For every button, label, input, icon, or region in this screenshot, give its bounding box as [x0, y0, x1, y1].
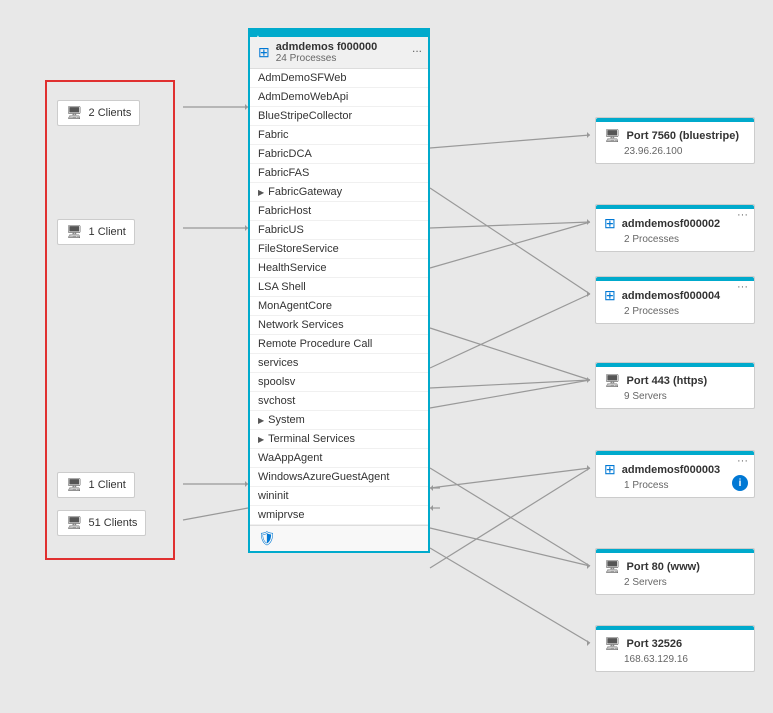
box-port443-title: Port 443 (https) [627, 375, 708, 387]
process-item-7[interactable]: FabricHost [250, 202, 428, 221]
client-node-4[interactable]: 🖥 51 Clients [57, 510, 146, 536]
box-port80[interactable]: 🖥 Port 80 (www) 2 Servers [595, 548, 755, 595]
windows-icon-adm3: ⊞ [604, 461, 616, 478]
box-port7560-header: 🖥 Port 7560 (bluestripe) [604, 128, 746, 144]
process-panel-footer: 🛡 [250, 525, 428, 551]
process-item-12[interactable]: MonAgentCore [250, 297, 428, 316]
process-item-5[interactable]: FabricFAS [250, 164, 428, 183]
box-adm4-subtitle: 2 Processes [604, 306, 746, 317]
process-item-3[interactable]: Fabric [250, 126, 428, 145]
box-adm4-more[interactable]: ··· [737, 281, 748, 293]
process-item-15[interactable]: services [250, 354, 428, 373]
box-adm3-header: ⊞ admdemosf000003 [604, 461, 746, 478]
client-label-4: 51 Clients [89, 517, 138, 529]
process-item-22[interactable]: wininit [250, 487, 428, 506]
process-item-17[interactable]: svchost [250, 392, 428, 411]
process-item-0[interactable]: AdmDemoSFWeb [250, 69, 428, 88]
box-port443-header: 🖥 Port 443 (https) [604, 373, 746, 389]
process-item-23[interactable]: wmiprvse [250, 506, 428, 525]
clients-panel: 🖥 2 Clients 🖥 1 Client 🖥 1 Client 🖥 51 C… [45, 80, 175, 560]
box-adm2-header: ⊞ admdemosf000002 [604, 215, 746, 232]
box-adm3-title: admdemosf000003 [622, 464, 720, 476]
client-label-1: 2 Clients [89, 107, 132, 119]
monitor-icon-1: 🖥 [66, 105, 83, 121]
process-item-16[interactable]: spoolsv [250, 373, 428, 392]
box-adm2-title: admdemosf000002 [622, 218, 720, 230]
box-port80-title: Port 80 (www) [627, 561, 700, 573]
process-panel-more[interactable]: ... [412, 41, 422, 55]
monitor-icon-port80: 🖥 [604, 559, 621, 575]
process-panel: ▲ ⊞ admdemos f000000 24 Processes ... Ad… [248, 28, 430, 553]
client-label-3: 1 Client [89, 479, 126, 491]
shield-icon: 🛡 [258, 530, 276, 546]
client-node-2[interactable]: 🖥 1 Client [57, 219, 135, 245]
box-port32526-subtitle: 168.63.129.16 [604, 654, 746, 665]
box-port32526-title: Port 32526 [627, 638, 683, 650]
box-adm4[interactable]: ··· ⊞ admdemosf000004 2 Processes [595, 276, 755, 324]
box-adm2-subtitle: 2 Processes [604, 234, 746, 245]
process-item-14[interactable]: Remote Procedure Call [250, 335, 428, 354]
process-item-4[interactable]: FabricDCA [250, 145, 428, 164]
process-item-19[interactable]: Terminal Services [250, 430, 428, 449]
process-list: AdmDemoSFWeb AdmDemoWebApi BlueStripeCol… [250, 69, 428, 525]
client-node-3[interactable]: 🖥 1 Client [57, 472, 135, 498]
process-item-20[interactable]: WaAppAgent [250, 449, 428, 468]
client-label-2: 1 Client [89, 226, 126, 238]
box-port7560-subtitle: 23.96.26.100 [604, 146, 746, 157]
box-adm4-title: admdemosf000004 [622, 290, 720, 302]
process-item-2[interactable]: BlueStripeCollector [250, 107, 428, 126]
box-port7560-title: Port 7560 (bluestripe) [627, 130, 739, 142]
windows-icon-adm2: ⊞ [604, 215, 616, 232]
box-adm3[interactable]: ··· ⊞ admdemosf000003 1 Process i [595, 450, 755, 498]
process-item-21[interactable]: WindowsAzureGuestAgent [250, 468, 428, 487]
process-panel-header: ⊞ admdemos f000000 24 Processes ... [250, 37, 428, 69]
process-item-10[interactable]: HealthService [250, 259, 428, 278]
box-adm3-subtitle: 1 Process [604, 480, 746, 491]
box-adm4-header: ⊞ admdemosf000004 [604, 287, 746, 304]
box-port80-header: 🖥 Port 80 (www) [604, 559, 746, 575]
process-item-11[interactable]: LSA Shell [250, 278, 428, 297]
monitor-icon-port32526: 🖥 [604, 636, 621, 652]
diagram-container: 🖥 2 Clients 🖥 1 Client 🖥 1 Client 🖥 51 C… [0, 0, 773, 713]
process-item-6[interactable]: FabricGateway [250, 183, 428, 202]
box-port80-subtitle: 2 Servers [604, 577, 746, 588]
box-port7560[interactable]: 🖥 Port 7560 (bluestripe) 23.96.26.100 [595, 117, 755, 164]
box-adm2[interactable]: ··· ⊞ admdemosf000002 2 Processes [595, 204, 755, 252]
box-adm2-more[interactable]: ··· [737, 209, 748, 221]
box-port32526-header: 🖥 Port 32526 [604, 636, 746, 652]
process-panel-title: admdemos f000000 [276, 41, 378, 53]
process-item-9[interactable]: FileStoreService [250, 240, 428, 259]
monitor-icon-3: 🖥 [66, 477, 83, 493]
windows-icon-main: ⊞ [258, 44, 270, 61]
monitor-icon-4: 🖥 [66, 515, 83, 531]
windows-icon-adm4: ⊞ [604, 287, 616, 304]
box-port443[interactable]: 🖥 Port 443 (https) 9 Servers [595, 362, 755, 409]
process-item-8[interactable]: FabricUS [250, 221, 428, 240]
process-panel-subtitle: 24 Processes [276, 53, 378, 64]
info-icon-adm3: i [732, 475, 748, 491]
monitor-icon-2: 🖥 [66, 224, 83, 240]
box-port443-subtitle: 9 Servers [604, 391, 746, 402]
process-item-1[interactable]: AdmDemoWebApi [250, 88, 428, 107]
process-item-18[interactable]: System [250, 411, 428, 430]
monitor-icon-port443: 🖥 [604, 373, 621, 389]
client-node-1[interactable]: 🖥 2 Clients [57, 100, 140, 126]
process-item-13[interactable]: Network Services [250, 316, 428, 335]
box-adm3-more[interactable]: ··· [737, 455, 748, 467]
box-port32526[interactable]: 🖥 Port 32526 168.63.129.16 [595, 625, 755, 672]
monitor-icon-port7560: 🖥 [604, 128, 621, 144]
